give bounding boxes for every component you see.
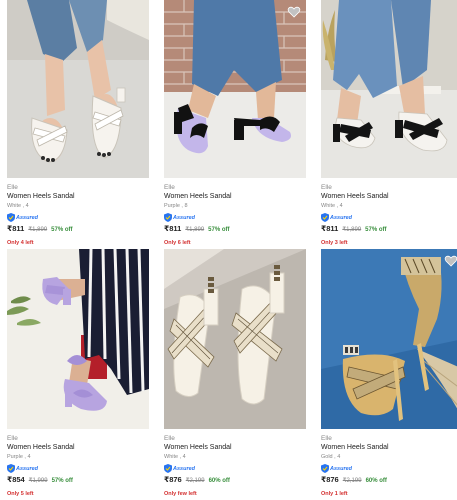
product-mrp: ₹1,899 [185, 227, 205, 233]
product-brand: Elle [164, 435, 175, 442]
product-variant: White , 4 [7, 203, 29, 209]
shield-icon [164, 213, 172, 222]
product-discount: 57% off [208, 227, 230, 233]
shield-icon [7, 464, 15, 473]
product-brand: Elle [7, 184, 18, 191]
product-discount: 57% off [51, 227, 73, 233]
product-variant: White , 4 [164, 454, 186, 460]
assured-badge: Assured [7, 463, 149, 474]
product-price: ₹811 [164, 224, 182, 233]
product-title[interactable]: Women Heels Sandal [321, 192, 457, 202]
product-image[interactable] [7, 249, 149, 429]
product-mrp: ₹1,999 [28, 478, 48, 484]
product-price: ₹876 [164, 475, 182, 484]
stock-status: Only 5 left [7, 491, 34, 497]
product-mrp: ₹2,199 [342, 478, 362, 484]
product-brand: Elle [7, 435, 18, 442]
wishlist-heart-icon[interactable] [287, 5, 301, 19]
stock-status: Only few left [164, 491, 197, 497]
assured-label: Assured [16, 214, 39, 221]
assured-badge: Assured [164, 463, 306, 474]
product-title[interactable]: Women Heels Sandal [321, 443, 457, 453]
assured-label: Assured [173, 214, 196, 221]
product-title[interactable]: Women Heels Sandal [7, 443, 149, 453]
assured-label: Assured [330, 465, 353, 472]
product-image[interactable] [164, 0, 306, 178]
stock-status: Only 6 left [164, 240, 191, 246]
product-image[interactable] [321, 249, 457, 429]
product-price: ₹811 [321, 224, 339, 233]
product-card[interactable]: Elle Women Heels Sandal White , 4 Assure… [164, 249, 306, 499]
product-title[interactable]: Women Heels Sandal [164, 192, 306, 202]
product-image[interactable] [164, 249, 306, 429]
stock-status: Only 3 left [321, 240, 348, 246]
shield-icon [321, 213, 329, 222]
product-card[interactable]: Elle Women Heels Sandal Purple , 4 Assur… [7, 249, 149, 499]
assured-badge: Assured [321, 212, 457, 223]
product-card[interactable]: Elle Women Heels Sandal Purple , 8 Assur… [164, 0, 306, 248]
product-variant: Purple , 8 [164, 203, 188, 209]
product-card[interactable]: Elle Women Heels Sandal Gold , 4 Assured… [321, 249, 457, 499]
assured-label: Assured [330, 214, 353, 221]
product-mrp: ₹1,899 [342, 227, 362, 233]
product-card[interactable]: Elle Women Heels Sandal White , 4 Assure… [7, 0, 149, 248]
product-card[interactable]: Elle Women Heels Sandal White , 4 Assure… [321, 0, 457, 248]
product-discount: 60% off [365, 478, 387, 484]
product-variant: Gold , 4 [321, 454, 341, 460]
product-image[interactable] [321, 0, 457, 178]
assured-label: Assured [173, 465, 196, 472]
product-variant: Purple , 4 [7, 454, 31, 460]
product-mrp: ₹2,199 [185, 478, 205, 484]
shield-icon [321, 464, 329, 473]
product-price: ₹876 [321, 475, 339, 484]
product-price: ₹811 [7, 224, 25, 233]
stock-status: Only 1 left [321, 491, 348, 497]
assured-badge: Assured [7, 212, 149, 223]
assured-badge: Assured [321, 463, 457, 474]
product-discount: 60% off [208, 478, 230, 484]
product-title[interactable]: Women Heels Sandal [164, 443, 306, 453]
product-image[interactable] [7, 0, 149, 178]
product-brand: Elle [321, 184, 332, 191]
shield-icon [7, 213, 15, 222]
product-price: ₹854 [7, 475, 25, 484]
product-title[interactable]: Women Heels Sandal [7, 192, 149, 202]
stock-status: Only 4 left [7, 240, 34, 246]
assured-badge: Assured [164, 212, 306, 223]
product-discount: 57% off [365, 227, 387, 233]
wishlist-heart-icon[interactable] [444, 254, 457, 268]
product-brand: Elle [164, 184, 175, 191]
product-mrp: ₹1,899 [28, 227, 48, 233]
assured-label: Assured [16, 465, 39, 472]
product-brand: Elle [321, 435, 332, 442]
product-variant: White , 4 [321, 203, 343, 209]
shield-icon [164, 464, 172, 473]
product-discount: 57% off [51, 478, 73, 484]
